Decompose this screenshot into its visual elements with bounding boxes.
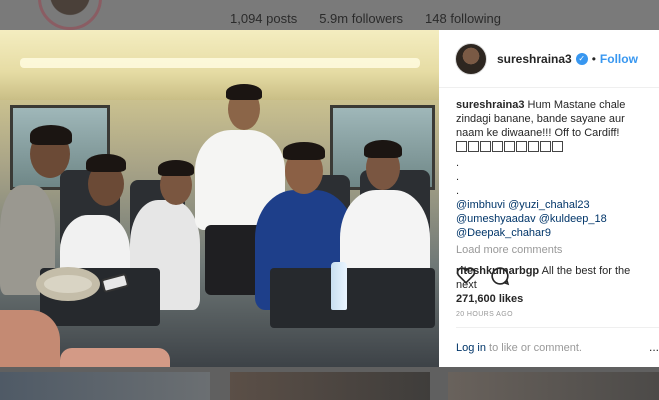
login-link[interactable]: Log in xyxy=(456,342,486,354)
avatar[interactable] xyxy=(455,42,487,75)
background-thumbnail[interactable] xyxy=(230,372,430,400)
person-hair xyxy=(364,140,402,158)
background-profile-avatar xyxy=(38,0,102,30)
caption-dot: . xyxy=(456,185,460,197)
background-thumbnail[interactable] xyxy=(0,372,210,400)
post-sidebar: sureshraina3 ✓ • Follow sureshraina3 Hum… xyxy=(439,30,659,367)
emoji-row xyxy=(456,141,563,152)
followers-count: 5.9m followers xyxy=(319,11,404,26)
flag-icon xyxy=(528,141,539,152)
caption: sureshraina3 Hum Mastane chale zindagi b… xyxy=(456,98,649,240)
person-arm xyxy=(60,348,170,367)
post-username[interactable]: sureshraina3 xyxy=(497,52,572,66)
flag-icon xyxy=(480,141,491,152)
post-photo[interactable] xyxy=(0,30,439,367)
flag-icon xyxy=(468,141,479,152)
more-options-icon[interactable]: ... xyxy=(649,340,659,354)
mention-link[interactable]: @kuldeep_18 xyxy=(539,213,607,225)
person-hair xyxy=(283,142,325,160)
flag-icon xyxy=(540,141,551,152)
person-hair xyxy=(86,154,126,172)
mention-link[interactable]: @imbhuvi xyxy=(456,199,505,211)
post-header: sureshraina3 ✓ • Follow xyxy=(439,30,659,88)
travel-pillow xyxy=(36,267,100,301)
login-prompt: Log in to like or comment. xyxy=(456,342,582,354)
following-count: 148 following xyxy=(425,11,501,26)
background-thumbnail[interactable] xyxy=(448,372,659,400)
person-hair xyxy=(158,160,194,176)
comment-bubble-icon[interactable] xyxy=(490,266,510,291)
caption-dot: . xyxy=(456,171,460,183)
water-bottle xyxy=(331,262,347,310)
mention-link[interactable]: @yuzi_chahal23 xyxy=(508,199,590,211)
flag-icon xyxy=(552,141,563,152)
comments-section: sureshraina3 Hum Mastane chale zindagi b… xyxy=(439,88,659,292)
flag-icon xyxy=(456,141,467,152)
likes-count[interactable]: 271,600 likes xyxy=(456,293,523,305)
person-arm xyxy=(0,310,60,367)
caption-username[interactable]: sureshraina3 xyxy=(456,99,524,111)
divider xyxy=(456,327,659,328)
person-hair xyxy=(30,125,72,145)
like-heart-icon[interactable] xyxy=(456,266,476,291)
follow-button[interactable]: Follow xyxy=(600,52,638,66)
caption-dot: . xyxy=(456,157,460,169)
background-profile-header: 1,094 posts 5.9m followers 148 following xyxy=(0,0,659,30)
bus-table xyxy=(270,268,435,328)
posts-count: 1,094 posts xyxy=(230,11,298,26)
person-hair xyxy=(226,84,262,100)
mention-link[interactable]: @umeshyaadav xyxy=(456,213,536,225)
flag-icon xyxy=(516,141,527,152)
verified-badge-icon: ✓ xyxy=(575,52,588,65)
post-actions xyxy=(456,266,510,291)
mentions: @imbhuvi @yuzi_chahal23 @umeshyaadav @ku… xyxy=(456,198,649,240)
ceiling-light xyxy=(20,58,420,68)
flag-icon xyxy=(504,141,515,152)
post-timestamp[interactable]: 20 HOURS AGO xyxy=(456,311,513,318)
separator-dot: • xyxy=(591,51,596,66)
background-profile-stats: 1,094 posts 5.9m followers 148 following xyxy=(230,11,501,26)
load-more-comments-button[interactable]: Load more comments xyxy=(456,243,649,257)
login-prompt-text: to like or comment. xyxy=(489,342,582,354)
flag-icon xyxy=(492,141,503,152)
mention-link[interactable]: @Deepak_chahar9 xyxy=(456,227,551,239)
